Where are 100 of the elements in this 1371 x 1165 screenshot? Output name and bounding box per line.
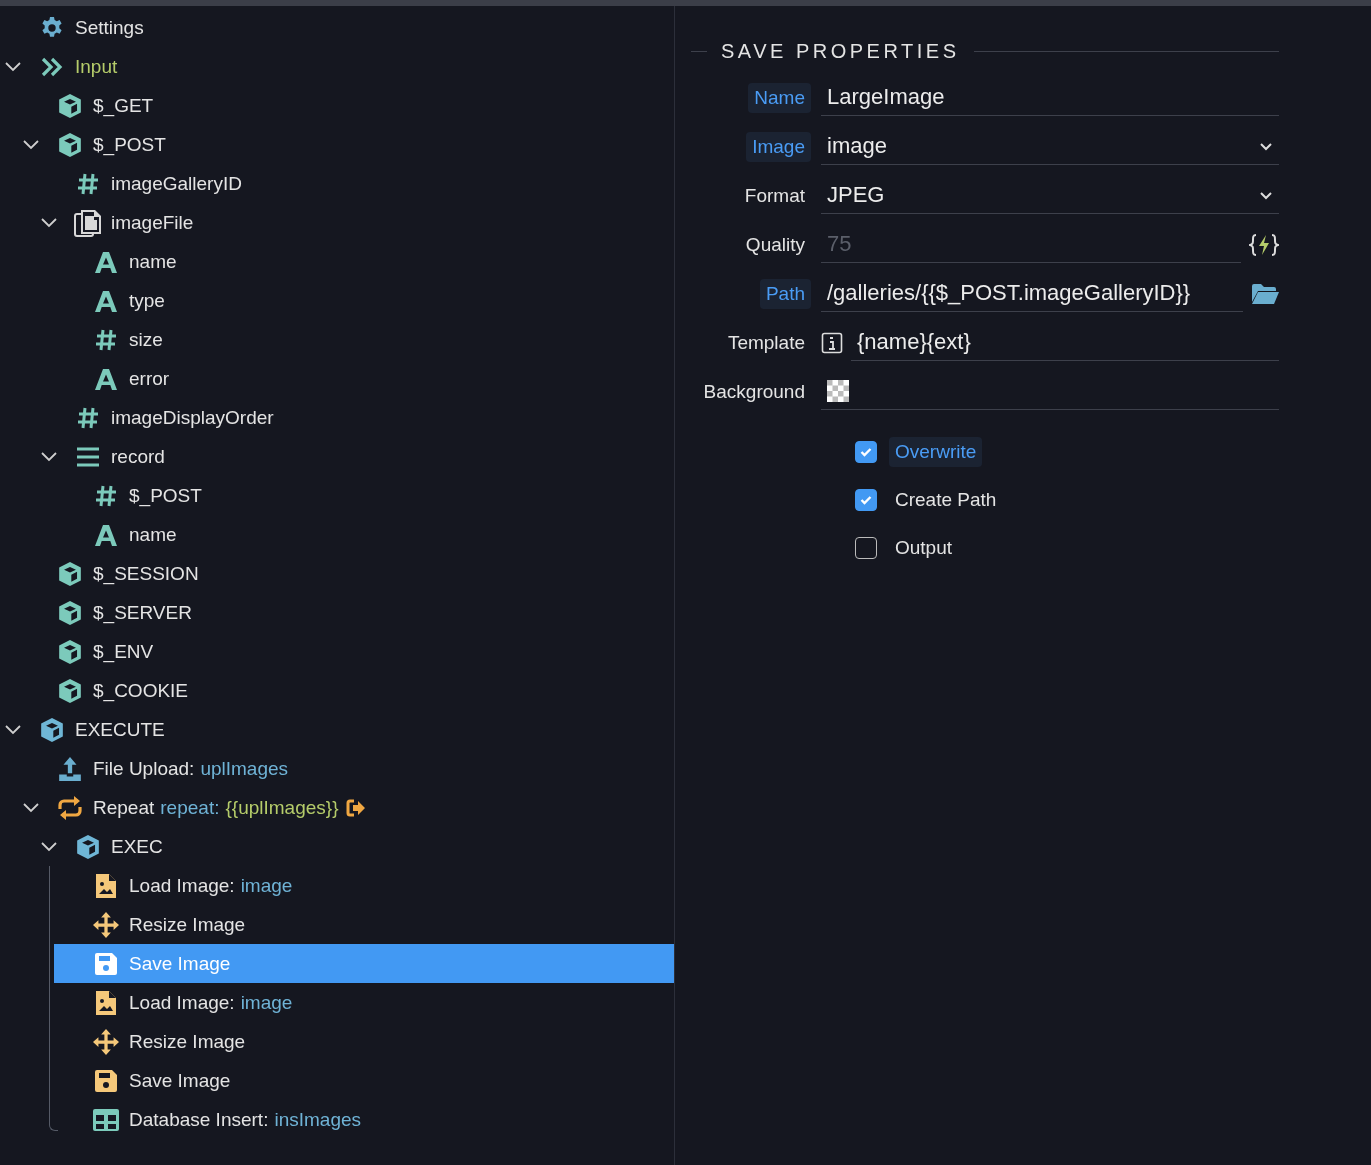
table-icon — [92, 1107, 120, 1132]
info-icon[interactable] — [821, 331, 843, 354]
tree-item[interactable]: Database Insert: insImages — [54, 1100, 674, 1139]
input-field[interactable]: LargeImage — [821, 79, 1279, 116]
gear-icon — [40, 15, 64, 40]
chevron-icon[interactable] — [5, 724, 21, 735]
checkbox[interactable] — [855, 537, 877, 559]
item-label: $_POST — [129, 484, 202, 507]
chevron-icon[interactable] — [41, 451, 57, 462]
upload-icon — [57, 755, 83, 782]
hash-icon — [94, 483, 118, 508]
chevron-icon[interactable] — [23, 139, 39, 150]
tree-item[interactable]: type — [54, 281, 674, 320]
item-label: EXEC — [111, 835, 163, 858]
item-label: Settings — [75, 16, 144, 39]
cube-icon — [57, 92, 83, 119]
tree-item[interactable]: $_SERVER — [18, 593, 674, 632]
chevron-icon[interactable] — [23, 802, 39, 813]
cube-icon — [75, 833, 101, 860]
tree-item[interactable]: File Upload: uplImages — [18, 749, 674, 788]
tree-item[interactable]: Repeat repeat: {{uplImages}} — [18, 788, 674, 827]
cube-icon — [57, 560, 83, 587]
item-label: name — [129, 250, 177, 273]
checkbox-label[interactable]: Output — [889, 533, 959, 563]
item-label: error — [129, 367, 170, 390]
field-label: Quality — [744, 232, 806, 257]
cube-icon — [57, 131, 83, 158]
item-detail: image — [240, 991, 293, 1014]
chevron-icon[interactable] — [41, 217, 57, 228]
checkbox-label[interactable]: Overwrite — [889, 437, 983, 467]
item-label: imageFile — [111, 211, 194, 234]
tree-item[interactable]: $_COOKIE — [18, 671, 674, 710]
cube-icon — [57, 638, 83, 665]
chevron-icon[interactable] — [5, 61, 21, 72]
item-label: type — [129, 289, 165, 312]
tree-item[interactable]: Load Image: image — [54, 866, 674, 905]
item-label: Resize Image — [129, 913, 246, 936]
cube-icon — [57, 677, 83, 704]
item-label: record — [111, 445, 165, 468]
select-field[interactable]: JPEG — [821, 177, 1279, 214]
tree-item[interactable]: Resize Image — [54, 905, 674, 944]
tree-item[interactable]: name — [54, 515, 674, 554]
item-label: $_SERVER — [93, 601, 192, 624]
folder-icon[interactable] — [1251, 282, 1279, 305]
tree-item[interactable]: $_POST — [18, 125, 674, 164]
tree-item[interactable]: name — [54, 242, 674, 281]
transparent-swatch-icon[interactable] — [827, 380, 849, 402]
tree-item[interactable]: $_SESSION — [18, 554, 674, 593]
tree-item[interactable]: Save Image — [54, 1061, 674, 1100]
item-label: size — [129, 328, 163, 351]
hash-icon — [94, 327, 118, 352]
tree-item[interactable]: imageFile — [36, 203, 674, 242]
tree-item[interactable]: size — [54, 320, 674, 359]
field-label: Image — [746, 131, 811, 162]
image-file-icon — [95, 989, 117, 1016]
lightning-braces-icon[interactable] — [1249, 232, 1279, 257]
field-label: Path — [759, 278, 811, 309]
item-label: File Upload: — [93, 757, 195, 780]
tree-item[interactable]: error — [54, 359, 674, 398]
list-icon — [76, 444, 100, 469]
repeat-icon — [56, 794, 84, 821]
field-label: Background — [702, 379, 806, 404]
cube-icon — [57, 599, 83, 626]
tree-item[interactable]: EXECUTE — [0, 710, 674, 749]
item-label: $_SESSION — [93, 562, 199, 585]
item-detail: repeat: — [160, 796, 220, 819]
chevron-icon[interactable] — [41, 841, 57, 852]
tree-item[interactable]: $_ENV — [18, 632, 674, 671]
tree-item[interactable]: Load Image: image — [54, 983, 674, 1022]
letter-a-icon — [94, 288, 118, 313]
letter-a-icon — [94, 249, 118, 274]
item-label: Load Image: — [129, 991, 235, 1014]
cube-icon — [39, 716, 65, 743]
tree-item[interactable]: imageGalleryID — [36, 164, 674, 203]
caret-icon — [1259, 141, 1273, 151]
item-label: EXECUTE — [75, 718, 165, 741]
tree-item[interactable]: imageDisplayOrder — [36, 398, 674, 437]
tree-item[interactable]: Resize Image — [54, 1022, 674, 1061]
tree-item[interactable]: Settings — [0, 8, 674, 47]
checkbox-label[interactable]: Create Path — [889, 485, 1003, 515]
field-label: Name — [748, 82, 811, 113]
tree-item[interactable]: $_POST — [54, 476, 674, 515]
item-label: Load Image: — [129, 874, 235, 897]
input-field[interactable]: /galleries/{{$_POST.imageGalleryID}} — [821, 275, 1243, 312]
select-field[interactable]: image — [821, 128, 1279, 165]
item-detail: uplImages — [200, 757, 289, 780]
checkbox[interactable] — [855, 441, 877, 463]
tree-item[interactable]: $_GET — [18, 86, 674, 125]
tree-item[interactable]: EXEC — [36, 827, 674, 866]
tree-item[interactable]: record — [36, 437, 674, 476]
item-label: Save Image — [129, 1069, 231, 1092]
checkbox[interactable] — [855, 489, 877, 511]
hash-icon — [76, 171, 100, 196]
tree-item[interactable]: Input — [0, 47, 674, 86]
hash-icon — [76, 405, 100, 430]
item-label: $_POST — [93, 133, 166, 156]
input-field[interactable]: {name}{ext} — [851, 324, 1279, 361]
image-file-icon — [95, 872, 117, 899]
item-label: Input — [75, 55, 118, 78]
letter-a-icon — [94, 522, 118, 547]
